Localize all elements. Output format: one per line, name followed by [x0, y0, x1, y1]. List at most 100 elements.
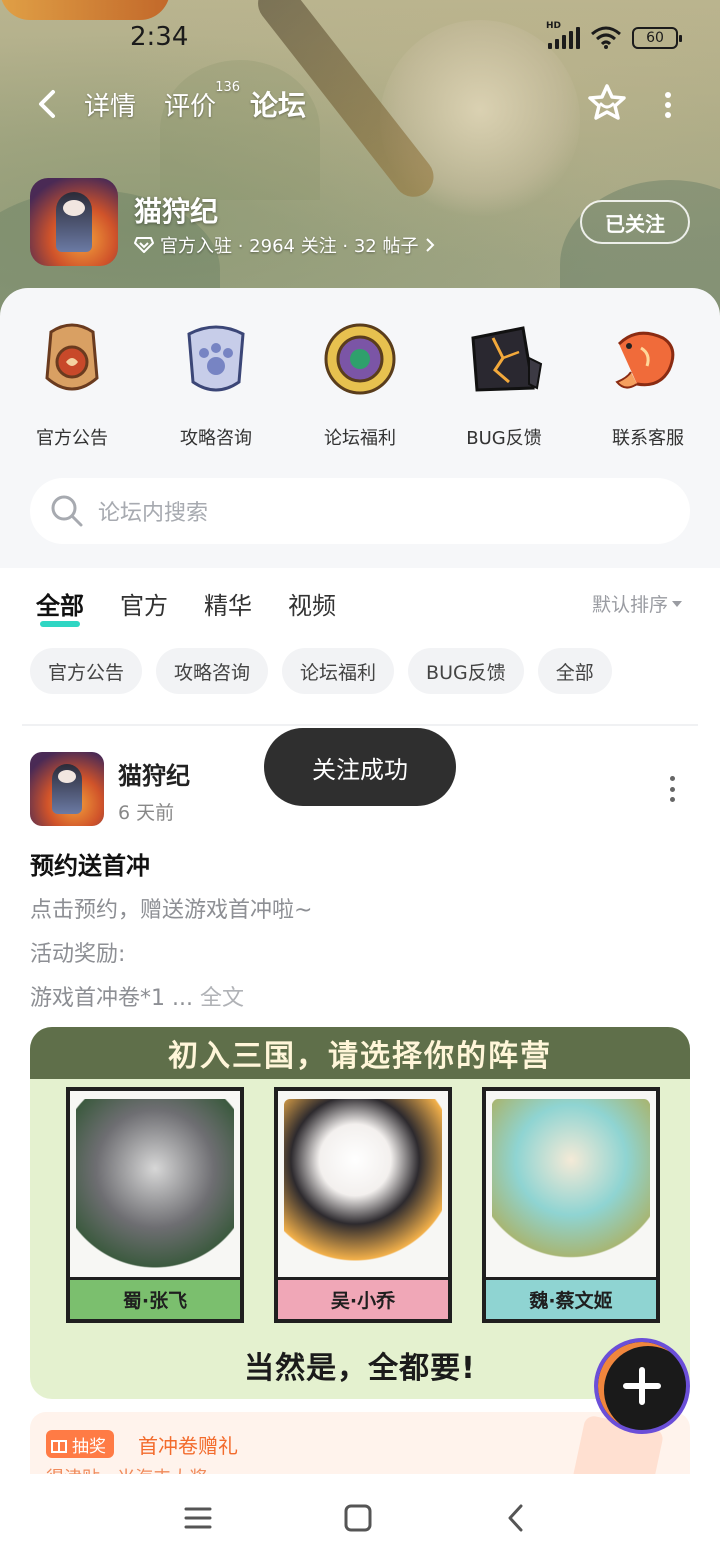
back-chevron-icon [508, 1504, 523, 1532]
full-text-link[interactable]: 全文 [200, 986, 244, 1011]
recent-apps-button[interactable] [178, 1498, 218, 1538]
game-meta[interactable]: 官方入驻 · 2964 关注 · 32 帖子 [134, 232, 435, 258]
network-label: HD [546, 21, 562, 31]
search-icon [51, 495, 83, 527]
post-ellipsis: ... [172, 986, 193, 1011]
faction-card-wei: 魏·蔡文姬 [482, 1087, 660, 1323]
status-icons: HD 60 [546, 21, 682, 50]
character-art [492, 1099, 650, 1273]
category-row: 官方公告 攻略咨询 论坛福利 BUG反馈 联系客服 [0, 318, 720, 450]
post-more-button[interactable] [662, 776, 682, 802]
gift-icon [51, 1440, 67, 1453]
topic-chips: 官方公告 攻略咨询 论坛福利 BUG反馈 全部 [30, 648, 612, 694]
system-navigation-bar [0, 1474, 720, 1560]
tab-reviews-label: 评价 [164, 91, 217, 122]
category-label: BUG反馈 [466, 428, 542, 449]
battery-icon: 60 [632, 27, 682, 49]
category-official-announcement[interactable]: 官方公告 [0, 318, 144, 450]
tab-reviews[interactable]: 评价 136 [164, 80, 240, 123]
faction-card-wu: 吴·小乔 [274, 1087, 452, 1323]
more-menu-button[interactable] [654, 88, 682, 122]
post-time: 6 天前 [118, 802, 175, 824]
tab-forum-label: 论坛 [250, 89, 307, 122]
post-body-line: 游戏首冲卷*1 ... 全文 [30, 980, 244, 1012]
paw-shield-icon [187, 325, 245, 392]
category-strategy[interactable]: 攻略咨询 [144, 318, 288, 450]
star-icon [588, 84, 626, 120]
faction-card-shu: 蜀·张飞 [66, 1087, 244, 1323]
post-body-line: 点击预约，赠送游戏首冲啦~ [30, 898, 313, 923]
koi-fish-icon [615, 331, 675, 389]
post-image-title: 初入三国，请选择你的阵营 [168, 1039, 552, 1074]
game-name: 猫狩纪 [134, 195, 219, 228]
post-image[interactable]: 初入三国，请选择你的阵营 蜀·张飞 吴·小乔 魏·蔡文姬 当然是，全都要! [30, 1027, 690, 1399]
chip-welfare[interactable]: 论坛福利 [282, 648, 395, 694]
post-filter-tabs: 全部 官方 精华 视频 [36, 586, 336, 627]
chip-bug-report[interactable]: BUG反馈 [408, 648, 524, 694]
cracked-stone-icon [471, 326, 543, 392]
tab-all[interactable]: 全部 [36, 586, 84, 627]
chevron-right-icon [425, 238, 434, 252]
scroll-seal-icon [45, 323, 99, 391]
top-nav: 详情 评价 136 论坛 [36, 80, 306, 126]
jade-medal-icon [324, 323, 396, 395]
game-icon[interactable] [30, 178, 118, 266]
sort-dropdown[interactable]: 默认排序 [592, 590, 683, 617]
divider [22, 724, 698, 726]
sort-label: 默认排序 [592, 594, 669, 616]
follow-success-toast: 关注成功 [264, 728, 456, 806]
category-welfare[interactable]: 论坛福利 [288, 318, 432, 450]
header-banner: 2:34 HD 60 详情 评价 136 论坛 猫狩纪 官方入驻 · 2964 … [0, 0, 720, 320]
home-button[interactable] [338, 1498, 378, 1538]
character-art [76, 1099, 234, 1273]
wifi-icon [591, 26, 621, 49]
tab-details[interactable]: 详情 [84, 86, 136, 123]
lottery-tag: 抽奖 [46, 1430, 114, 1458]
faction-caption: 吴·小乔 [278, 1277, 448, 1319]
following-button[interactable]: 已关注 [580, 200, 690, 244]
back-button[interactable] [36, 82, 66, 126]
forum-category-panel: 官方公告 攻略咨询 论坛福利 BUG反馈 联系客服 论坛内搜索 [0, 288, 720, 568]
signal-icon: HD [546, 21, 580, 49]
diamond-icon [134, 237, 154, 253]
system-back-button[interactable] [496, 1498, 536, 1538]
game-logo-art [0, 0, 170, 20]
new-post-button[interactable] [594, 1338, 690, 1434]
lottery-title: 首冲卷赠礼 [138, 1434, 238, 1458]
game-meta-text: 官方入驻 · 2964 关注 · 32 帖子 [160, 236, 419, 257]
tab-forum[interactable]: 论坛 [250, 84, 306, 124]
faction-caption: 魏·蔡文姬 [486, 1277, 656, 1319]
avatar[interactable] [30, 752, 104, 826]
category-customer-service[interactable]: 联系客服 [576, 318, 720, 450]
post-image-footer: 当然是，全都要! [244, 1351, 476, 1386]
post-author[interactable]: 猫狩纪 [118, 756, 190, 791]
category-label: 攻略咨询 [180, 428, 252, 449]
tab-featured[interactable]: 精华 [204, 586, 252, 621]
forum-search-bar[interactable]: 论坛内搜索 [30, 478, 690, 544]
tab-details-label: 详情 [84, 91, 137, 122]
tab-official[interactable]: 官方 [120, 586, 168, 621]
post-body-text: 游戏首冲卷*1 [30, 986, 165, 1011]
character-art [284, 1099, 442, 1273]
caret-down-icon [672, 600, 683, 607]
battery-level: 60 [646, 30, 664, 46]
category-label: 论坛福利 [324, 428, 396, 449]
plus-icon [623, 1367, 661, 1405]
favorite-button[interactable] [586, 82, 628, 124]
post-title[interactable]: 预约送首冲 [30, 846, 150, 881]
lottery-subtitle: 得津贴 · 米海丰大奖 [46, 1464, 207, 1474]
menu-lines-icon [184, 1507, 212, 1529]
tab-video[interactable]: 视频 [288, 586, 336, 621]
faction-caption: 蜀·张飞 [70, 1277, 240, 1319]
chip-official-announcement[interactable]: 官方公告 [30, 648, 143, 694]
category-label: 联系客服 [612, 428, 684, 449]
home-square-icon [344, 1504, 372, 1532]
category-bug-report[interactable]: BUG反馈 [432, 318, 576, 450]
chip-all[interactable]: 全部 [537, 648, 612, 694]
post-image-header: 初入三国，请选择你的阵营 [30, 1027, 690, 1079]
category-label: 官方公告 [36, 428, 108, 449]
chip-strategy[interactable]: 攻略咨询 [156, 648, 269, 694]
lottery-banner[interactable]: 抽奖 首冲卷赠礼 得津贴 · 米海丰大奖 [30, 1412, 690, 1474]
search-input[interactable]: 论坛内搜索 [98, 495, 208, 527]
back-arrow-icon [39, 90, 55, 118]
